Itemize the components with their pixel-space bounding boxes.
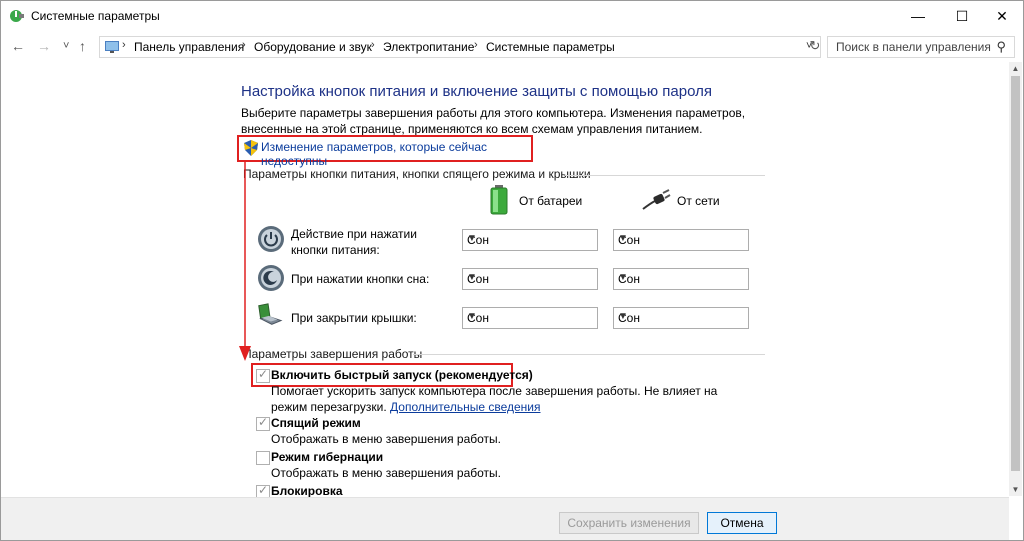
chevron-down-icon: ▼ xyxy=(618,311,628,322)
minimize-button[interactable]: — xyxy=(895,1,941,31)
battery-column-header: От батареи xyxy=(519,194,583,208)
chevron-down-icon: ▼ xyxy=(467,233,477,244)
lock-label[interactable]: Блокировка xyxy=(271,484,343,498)
more-info-link[interactable]: Дополнительные сведения xyxy=(390,400,540,414)
shield-icon xyxy=(244,140,258,156)
close-button[interactable]: ✕ xyxy=(979,1,1023,31)
chevron-down-icon: ▼ xyxy=(618,233,628,244)
scroll-thumb[interactable] xyxy=(1011,76,1020,471)
breadcrumb-separator: › xyxy=(371,39,375,51)
search-input[interactable]: Поиск в панели управления ⚲ xyxy=(827,36,1015,58)
power-button-ac-select[interactable]: Сон ▼ xyxy=(613,229,749,251)
back-button[interactable]: ← xyxy=(11,38,25,54)
power-plug-icon xyxy=(642,189,671,210)
scroll-down-icon[interactable]: ▼ xyxy=(1009,483,1022,496)
breadcrumb-separator: › xyxy=(242,39,246,51)
page-description: Выберите параметры завершения работы для… xyxy=(241,106,746,136)
footer-bar: Сохранить изменения Отмена xyxy=(1,497,1009,540)
lid-close-ac-select[interactable]: Сон ▼ xyxy=(613,307,749,329)
sleep-button-icon xyxy=(258,265,284,291)
breadcrumb-separator: › xyxy=(122,39,126,51)
fast-startup-description: Помогает ускорить запуск компьютера посл… xyxy=(271,383,731,415)
vertical-scrollbar[interactable]: ▲ ▼ xyxy=(1009,62,1022,496)
control-panel-icon xyxy=(105,41,119,53)
sleep-checkbox[interactable] xyxy=(256,415,270,431)
breadcrumb-hardware-sound[interactable]: Оборудование и звук xyxy=(254,40,372,54)
chevron-down-icon: ▼ xyxy=(467,311,477,322)
lid-close-action-label: При закрытии крышки: xyxy=(291,311,417,325)
save-changes-button[interactable]: Сохранить изменения xyxy=(559,512,699,534)
hibernate-description: Отображать в меню завершения работы. xyxy=(271,466,502,480)
page-title: Настройка кнопок питания и включение защ… xyxy=(241,83,712,100)
power-options-icon xyxy=(10,10,24,22)
search-placeholder: Поиск в панели управления xyxy=(836,40,991,54)
change-settings-label: Изменение параметров, которые сейчас нед… xyxy=(261,140,488,168)
power-button-battery-select[interactable]: Сон ▼ xyxy=(462,229,598,251)
breadcrumb-control-panel[interactable]: Панель управления xyxy=(134,40,244,54)
title-bar: Системные параметры — ☐ ✕ xyxy=(1,1,1023,31)
laptop-lid-icon xyxy=(258,303,283,325)
fast-startup-label[interactable]: Включить быстрый запуск (рекомендуется) xyxy=(271,368,533,382)
hibernate-checkbox[interactable] xyxy=(256,451,270,465)
shutdown-section-title: Параметры завершения работы xyxy=(243,347,423,361)
navigation-bar: ← → ˅ ↑ › Панель управления › Оборудован… xyxy=(1,32,1023,60)
up-button[interactable]: ↑ xyxy=(79,38,86,54)
lid-close-battery-select[interactable]: Сон ▼ xyxy=(462,307,598,329)
breadcrumb-power-options[interactable]: Электропитание xyxy=(383,40,474,54)
cancel-button[interactable]: Отмена xyxy=(707,512,777,534)
window-title: Системные параметры xyxy=(31,9,160,23)
power-section-title: Параметры кнопки питания, кнопки спящего… xyxy=(243,167,591,181)
power-button-action-label: Действие при нажатии кнопки питания: xyxy=(291,227,417,257)
chevron-down-icon: ▼ xyxy=(467,272,477,283)
sleep-description: Отображать в меню завершения работы. xyxy=(271,432,502,446)
search-icon: ⚲ xyxy=(996,39,1006,54)
ac-column-header: От сети xyxy=(677,194,720,208)
refresh-button[interactable]: ↻ xyxy=(805,36,825,56)
sleep-button-ac-select[interactable]: Сон ▼ xyxy=(613,268,749,290)
fast-startup-checkbox[interactable] xyxy=(256,367,270,383)
change-settings-link[interactable]: Изменение параметров, которые сейчас нед… xyxy=(237,135,533,168)
section-divider xyxy=(413,354,765,355)
sleep-label[interactable]: Спящий режим xyxy=(271,416,361,430)
forward-button[interactable]: → xyxy=(37,38,51,54)
address-bar[interactable]: › Панель управления › Оборудование и зву… xyxy=(99,36,821,58)
breadcrumb-system-settings[interactable]: Системные параметры xyxy=(486,40,615,54)
scroll-up-icon[interactable]: ▲ xyxy=(1009,62,1022,75)
breadcrumb-separator: › xyxy=(474,39,478,51)
battery-icon xyxy=(490,185,508,215)
window: Системные параметры — ☐ ✕ ← → ˅ ↑ › Пане… xyxy=(0,0,1024,541)
recent-locations-button[interactable]: ˅ xyxy=(63,40,69,52)
power-button-icon xyxy=(258,226,284,252)
hibernate-label[interactable]: Режим гибернации xyxy=(271,450,383,464)
sleep-button-battery-select[interactable]: Сон ▼ xyxy=(462,268,598,290)
section-divider xyxy=(565,175,765,176)
sleep-button-action-label: При нажатии кнопки сна: xyxy=(291,272,430,286)
chevron-down-icon: ▼ xyxy=(618,272,628,283)
